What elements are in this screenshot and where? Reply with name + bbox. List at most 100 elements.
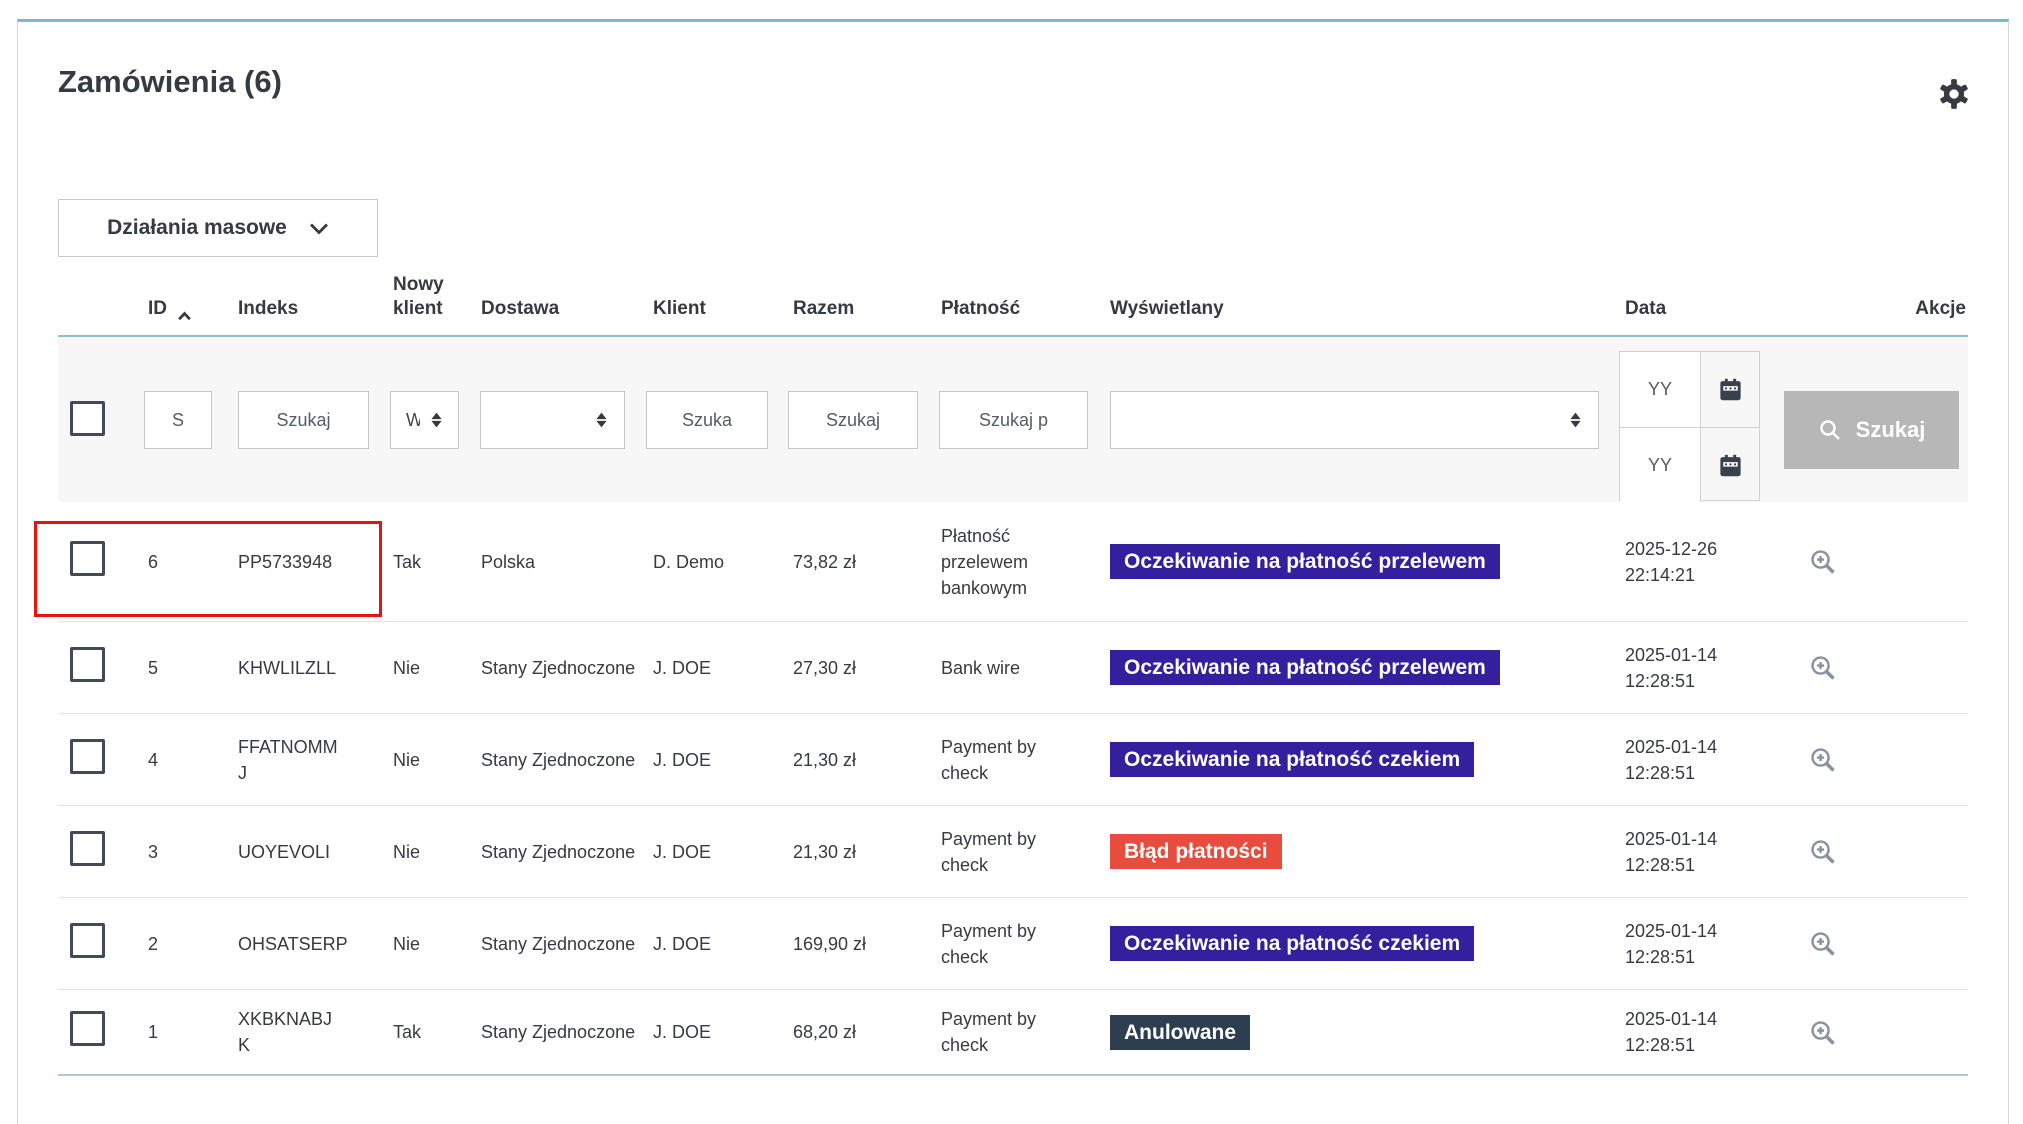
cell-razem: 27,30 zł [781,655,929,681]
cell-razem: 169,90 zł [781,931,929,957]
cell-indeks: KHWLILZLL [226,655,381,681]
cell-data: 2025-01-1412:28:51 [1613,826,1793,878]
filter-wyswietlany-select[interactable] [1110,391,1599,449]
calendar-icon [1717,452,1744,479]
header-klient: Klient [641,273,781,335]
cell-akcje [1793,546,1968,577]
view-order-button[interactable] [1807,652,1838,683]
select-arrows-icon [595,411,608,429]
filter-date-from-input[interactable] [1620,352,1701,427]
zoom-in-icon [1807,546,1838,577]
cell-dostawa: Stany Zjednoczone [469,839,641,865]
page-title: Zamówienia (6) [58,64,282,100]
filter-id-input[interactable] [144,391,212,449]
cell-dostawa: Stany Zjednoczone [469,655,641,681]
row-checkbox[interactable] [70,831,105,866]
cell-id: 4 [136,747,226,773]
row-checkbox[interactable] [70,541,105,576]
header-data: Data [1613,273,1793,335]
view-order-button[interactable] [1807,1017,1838,1048]
cell-akcje [1793,1017,1968,1048]
cell-klient: J. DOE [641,747,781,773]
orders-panel: Zamówienia (6) Działania masowe ID Indek… [17,19,2009,1124]
calendar-icon [1717,376,1744,403]
view-order-button[interactable] [1807,546,1838,577]
cell-data: 2025-01-1412:28:51 [1613,642,1793,694]
cell-razem: 68,20 zł [781,1019,929,1045]
cell-status: Oczekiwanie na płatność przelewem [1098,650,1613,685]
filter-razem-input[interactable] [788,391,918,449]
table-row: 1 XKBKNABJK Tak Stany Zjednoczone J. DOE… [58,989,1968,1076]
cell-status: Anulowane [1098,1015,1613,1050]
header-id[interactable]: ID [136,273,226,335]
cell-nowy-klient: Nie [381,655,469,681]
row-checkbox[interactable] [70,1011,105,1046]
row-checkbox[interactable] [70,923,105,958]
view-order-button[interactable] [1807,928,1838,959]
cell-nowy-klient: Tak [381,1019,469,1045]
cell-data: 2025-01-1412:28:51 [1613,1006,1793,1058]
table-row: 2 OHSATSERP Nie Stany Zjednoczone J. DOE… [58,897,1968,989]
cell-indeks: OHSATSERP [226,931,381,957]
zoom-in-icon [1807,1017,1838,1048]
row-checkbox[interactable] [70,647,105,682]
cell-platnosc: Payment by check [929,826,1098,878]
zoom-in-icon [1807,836,1838,867]
cell-nowy-klient: Nie [381,839,469,865]
filter-klient-input[interactable] [646,391,768,449]
cell-dostawa: Stany Zjednoczone [469,931,641,957]
filter-date-to-input[interactable] [1620,428,1701,502]
header-akcje: Akcje [1793,273,1968,335]
table-header-row: ID Indeks Nowy klient Dostawa Klient Raz… [58,273,1968,337]
search-icon [1818,418,1842,442]
cell-platnosc: Payment by check [929,1006,1098,1058]
settings-button[interactable] [1934,74,1974,114]
status-badge: Oczekiwanie na płatność przelewem [1110,650,1500,685]
bulk-actions-button[interactable]: Działania masowe [58,199,378,257]
cell-id: 1 [136,1019,226,1045]
cell-platnosc: Payment by check [929,734,1098,786]
view-order-button[interactable] [1807,744,1838,775]
cell-razem: 21,30 zł [781,747,929,773]
cell-indeks: UOYEVOLI [226,839,381,865]
status-badge: Oczekiwanie na płatność czekiem [1110,742,1474,777]
cell-id: 5 [136,655,226,681]
cell-indeks: PP5733948 [226,549,381,575]
table-row: 4 FFATNOMMJ Nie Stany Zjednoczone J. DOE… [58,713,1968,805]
cell-klient: J. DOE [641,1019,781,1045]
filter-platnosc-input[interactable] [939,391,1088,449]
cell-indeks: FFATNOMMJ [226,734,381,786]
filter-dostawa-select[interactable] [480,391,625,449]
view-order-button[interactable] [1807,836,1838,867]
cell-akcje [1793,836,1968,867]
status-badge: Anulowane [1110,1015,1250,1050]
select-arrows-icon [1569,411,1582,429]
cell-dostawa: Stany Zjednoczone [469,1019,641,1045]
filter-nowy-klient-select[interactable]: W [390,391,459,449]
cell-data: 2025-12-2622:14:21 [1613,536,1793,588]
select-all-checkbox[interactable] [70,401,105,436]
cell-razem: 21,30 zł [781,839,929,865]
cell-akcje [1793,744,1968,775]
sort-asc-icon [177,311,192,321]
filter-row: W [58,337,1968,502]
date-to-picker-button[interactable] [1701,428,1759,502]
filter-indeks-input[interactable] [238,391,369,449]
cell-id: 3 [136,839,226,865]
cell-klient: J. DOE [641,655,781,681]
header-select [58,273,136,335]
date-from-picker-button[interactable] [1701,352,1759,427]
zoom-in-icon [1807,928,1838,959]
select-arrows-icon [430,411,443,429]
header-dostawa: Dostawa [469,273,641,335]
header-indeks: Indeks [226,273,381,335]
table-row: 6 PP5733948 Tak Polska D. Demo 73,82 zł … [58,502,1968,621]
cell-status: Oczekiwanie na płatność przelewem [1098,544,1613,579]
row-checkbox[interactable] [70,739,105,774]
cell-id: 2 [136,931,226,957]
cell-akcje [1793,652,1968,683]
cell-platnosc: Płatność przelewem bankowym [929,523,1098,601]
search-button[interactable]: Szukaj [1784,391,1959,469]
cell-platnosc: Bank wire [929,655,1098,681]
gear-icon [1936,76,1972,112]
